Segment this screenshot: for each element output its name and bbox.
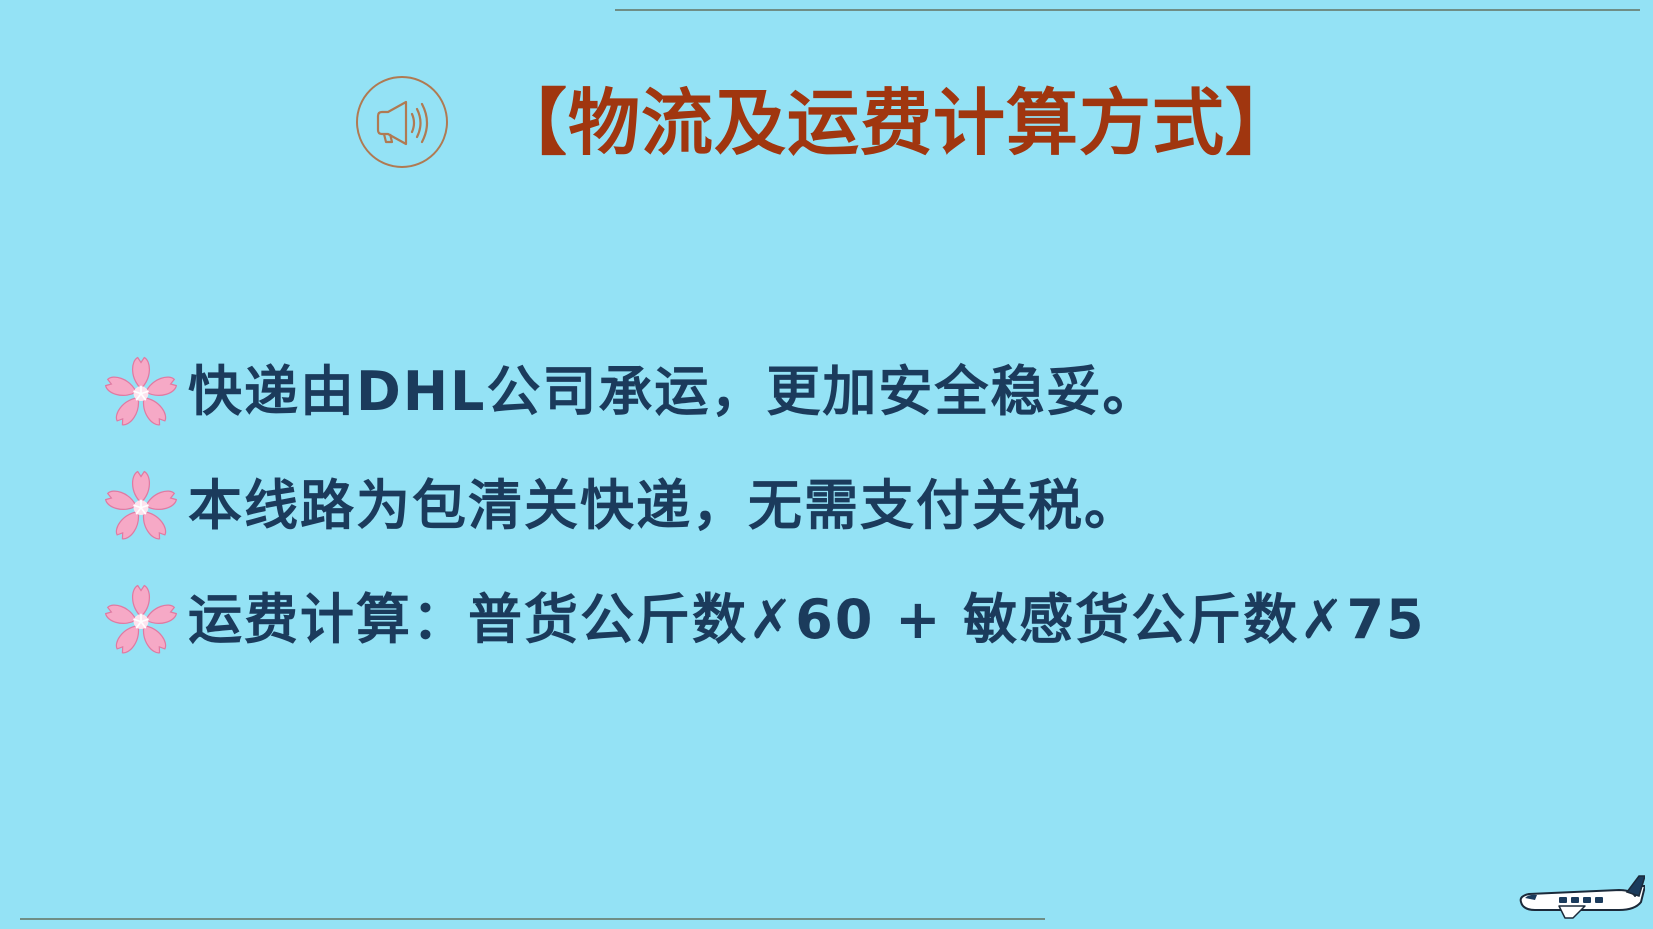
list-item: 本线路为包清关快递，无需支付关税。: [100, 449, 1640, 563]
bottom-divider: [20, 918, 1045, 920]
bullet-text: 本线路为包清关快递，无需支付关税。: [188, 474, 1140, 537]
slide: 【物流及运费计算方式】 快递由DHL公司承运，更加安全稳妥。 本线路为包清关快递…: [0, 0, 1653, 929]
bullet-text: 快递由DHL公司承运，更加安全稳妥。: [188, 360, 1159, 423]
top-divider: [615, 9, 1640, 11]
cherry-blossom-icon: [104, 470, 178, 540]
list-item: 快递由DHL公司承运，更加安全稳妥。: [100, 335, 1640, 449]
cherry-blossom-icon: [104, 584, 178, 654]
bullet-list: 快递由DHL公司承运，更加安全稳妥。 本线路为包清关快递，无需支付关税。 运费计…: [100, 335, 1640, 677]
megaphone-icon: [356, 76, 448, 168]
page-title: 【物流及运费计算方式】: [495, 81, 1299, 165]
airplane-icon: [1519, 875, 1645, 919]
list-item: 运费计算：普货公斤数✗60 + 敏感货公斤数✗75: [100, 563, 1640, 677]
cherry-blossom-icon: [104, 356, 178, 426]
bullet-text: 运费计算：普货公斤数✗60 + 敏感货公斤数✗75: [188, 588, 1426, 651]
